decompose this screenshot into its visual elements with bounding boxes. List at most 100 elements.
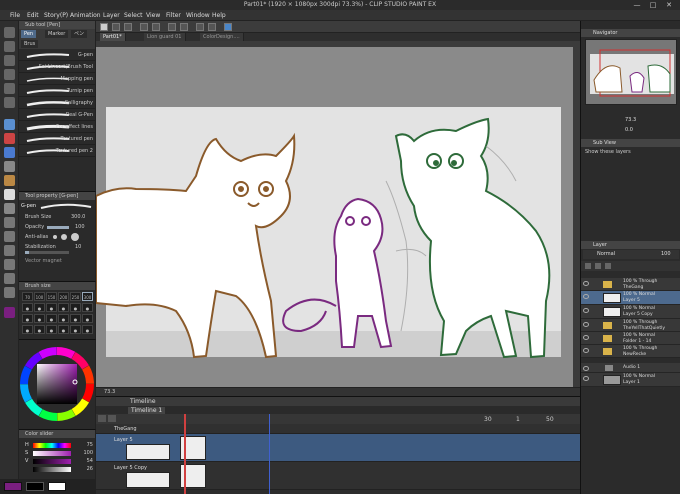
eyedropper-tool-icon[interactable]	[4, 97, 15, 108]
decoration-tool-icon[interactable]	[4, 175, 15, 186]
save-icon[interactable]	[124, 23, 132, 31]
playhead[interactable]	[184, 414, 186, 494]
size-dot[interactable]: ●	[58, 314, 69, 323]
delete-layer-icon[interactable]	[605, 263, 611, 269]
airbrush-tool-icon[interactable]	[4, 161, 15, 172]
brush-item[interactable]: Mapping pen	[19, 73, 95, 85]
size-dot[interactable]: ●	[46, 325, 57, 334]
text-tool-icon[interactable]	[4, 259, 15, 270]
size-cell[interactable]: 300	[82, 292, 93, 301]
brush-item[interactable]: Sai Lineart(Brush Tool	[19, 61, 95, 73]
size-dot[interactable]: ●	[70, 325, 81, 334]
play-icon[interactable]	[98, 415, 106, 422]
size-dot[interactable]: ●	[46, 303, 57, 312]
size-dot[interactable]: ●	[70, 314, 81, 323]
size-dot[interactable]: ●	[34, 325, 45, 334]
brush-item[interactable]: Textured pen 2	[19, 145, 95, 157]
menu-animation[interactable]: Animation	[70, 12, 101, 19]
color-wheel[interactable]	[19, 340, 96, 430]
new-layer-icon[interactable]	[585, 263, 591, 269]
size-dot[interactable]: ●	[22, 325, 33, 334]
layer-item[interactable]: 100 % Normal Layer 1	[581, 373, 680, 387]
close-button[interactable]: ✕	[662, 1, 676, 9]
layer-item[interactable]: 100 % Normal Folder 1 - 14	[581, 332, 680, 345]
opacity-row[interactable]: Opacity 100	[19, 222, 95, 232]
menu-edit[interactable]: Edit	[27, 12, 39, 19]
brush-item[interactable]: Real G-Pen	[19, 109, 95, 121]
visibility-icon[interactable]	[583, 281, 589, 286]
brush-item[interactable]: Textured pen	[19, 133, 95, 145]
size-dot[interactable]: ●	[22, 303, 33, 312]
sub-color-swatch[interactable]	[26, 482, 44, 491]
size-dot[interactable]: ●	[34, 314, 45, 323]
balloon-tool-icon[interactable]	[4, 273, 15, 284]
size-dot[interactable]: ●	[58, 303, 69, 312]
size-cell[interactable]: 200	[58, 292, 69, 301]
stop-icon[interactable]	[108, 415, 116, 422]
size-dot[interactable]: ●	[82, 303, 93, 312]
canvas-area[interactable]	[95, 41, 580, 387]
visibility-icon[interactable]	[583, 322, 589, 327]
zoom-tool-icon[interactable]	[4, 27, 15, 38]
color-slider-row[interactable]: S 100	[25, 450, 93, 457]
show-layers-label[interactable]: Show these layers	[585, 149, 631, 155]
undo-icon[interactable]	[140, 23, 148, 31]
size-dot[interactable]: ●	[46, 314, 57, 323]
tab-part01[interactable]: Part01*	[100, 33, 126, 41]
layer-item[interactable]: 100 % Through TheGang	[581, 278, 680, 291]
visibility-icon[interactable]	[583, 335, 589, 340]
brush-item[interactable]: For effect lines	[19, 121, 95, 133]
tab-pen-jp[interactable]: ペン	[71, 30, 88, 38]
visibility-icon[interactable]	[583, 348, 589, 353]
menu-help[interactable]: Help	[212, 12, 226, 19]
size-dot[interactable]: ●	[82, 314, 93, 323]
navigator-zoom-row[interactable]: 73.3	[585, 117, 677, 125]
zoom-readout[interactable]: 73.3	[104, 389, 115, 395]
menu-file[interactable]: File	[10, 12, 20, 19]
anti-alias-dot[interactable]	[71, 233, 79, 241]
menu-layer[interactable]: Layer	[103, 12, 120, 19]
layer-item[interactable]: 100 % Through NewRecke	[581, 345, 680, 358]
size-cell[interactable]: 150	[46, 292, 57, 301]
brush-tool-icon[interactable]	[4, 147, 15, 158]
invert-selection-icon[interactable]	[208, 23, 216, 31]
tab-marker[interactable]: Marker	[45, 30, 69, 38]
auto-select-tool-icon[interactable]	[4, 83, 15, 94]
canvas-scrollbar[interactable]	[573, 47, 580, 387]
size-cell[interactable]: 100	[34, 292, 45, 301]
fill-tool-icon[interactable]	[4, 217, 15, 228]
timeline-row[interactable]: Layer 5 Copy	[96, 462, 580, 490]
color-slider-row[interactable]: H 75	[25, 442, 93, 449]
move-tool-icon[interactable]	[4, 41, 15, 52]
selection-tool-icon[interactable]	[4, 69, 15, 80]
visibility-icon[interactable]	[583, 294, 589, 299]
transform-icon[interactable]	[180, 23, 188, 31]
layer-item[interactable]: 100 % Through TheYellThatQuietly	[581, 319, 680, 332]
size-cell[interactable]: 250	[70, 292, 81, 301]
new-folder-icon[interactable]	[595, 263, 601, 269]
figure-tool-icon[interactable]	[4, 245, 15, 256]
tab-timeline-1[interactable]: Timeline 1	[128, 407, 166, 414]
brush-item[interactable]: Calligraphy	[19, 97, 95, 109]
menu-story[interactable]: Story(P)	[44, 12, 68, 19]
pencil-tool-icon[interactable]	[4, 133, 15, 144]
menu-select[interactable]: Select	[124, 12, 143, 19]
layer-item[interactable]: 100 % Normal Layer 5 Copy	[581, 305, 680, 319]
stabilization-slider[interactable]	[25, 251, 69, 254]
brush-size-row[interactable]: Brush Size 300.0	[19, 212, 95, 222]
ruler-tool-icon[interactable]	[4, 287, 15, 298]
minimize-button[interactable]: —	[630, 1, 644, 9]
main-color-icon[interactable]	[4, 307, 15, 318]
tab-color-design[interactable]: ColorDesign....	[200, 33, 244, 41]
visibility-icon[interactable]	[583, 308, 589, 313]
menu-view[interactable]: View	[146, 12, 160, 19]
stabilization-row[interactable]: Stabilization 10	[19, 242, 95, 254]
clear-icon[interactable]	[168, 23, 176, 31]
size-dot[interactable]: ●	[82, 325, 93, 334]
timeline-row[interactable]: TheGang	[96, 424, 580, 434]
anti-alias-row[interactable]: Anti-alias	[19, 232, 95, 242]
size-dot[interactable]: ●	[58, 325, 69, 334]
anti-alias-dot[interactable]	[61, 234, 67, 240]
new-file-icon[interactable]	[100, 23, 108, 31]
redo-icon[interactable]	[152, 23, 160, 31]
